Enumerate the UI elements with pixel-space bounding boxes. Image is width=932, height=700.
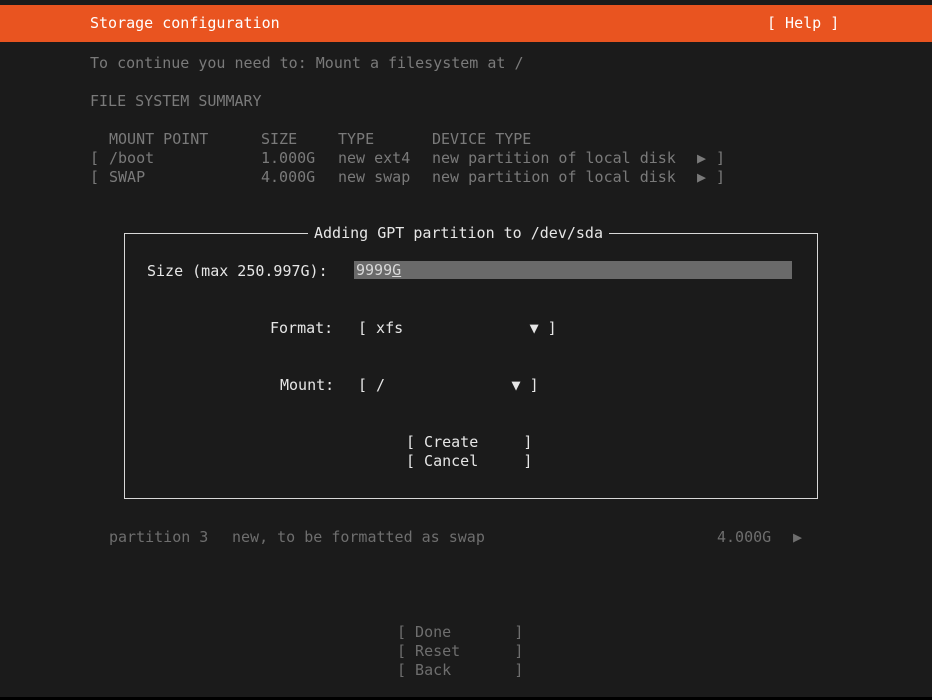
row-device-type: new partition of local disk: [432, 149, 676, 167]
triangle-right-icon: ▶: [697, 149, 707, 167]
back-button[interactable]: [ Back ]: [397, 661, 523, 680]
mount-select[interactable]: [ / ▼ ]: [358, 376, 539, 395]
column-device-type: DEVICE TYPE: [432, 130, 532, 148]
row-type: new swap: [338, 168, 411, 186]
page-title: Storage configuration: [90, 14, 280, 32]
size-input-value: 9999: [356, 261, 393, 279]
triangle-right-icon: ▶: [793, 528, 803, 546]
row-open-bracket: [: [90, 168, 100, 186]
size-label: Size (max 250.997G):: [147, 262, 328, 280]
summary-heading: FILE SYSTEM SUMMARY: [90, 92, 262, 110]
column-mount-point: MOUNT POINT: [109, 130, 209, 148]
triangle-right-icon: ▶: [697, 168, 707, 186]
column-size: SIZE: [261, 130, 298, 148]
help-button[interactable]: [ Help ]: [767, 14, 839, 33]
header-bar: Storage configuration [ Help ]: [0, 5, 932, 42]
instruction-text: To continue you need to: Mount a filesys…: [90, 54, 524, 72]
row-type: new ext4: [338, 149, 411, 167]
column-type: TYPE: [338, 130, 375, 148]
row-mount: SWAP: [109, 168, 146, 186]
row-close-bracket: ]: [716, 149, 726, 167]
row-close-bracket: ]: [716, 168, 726, 186]
done-button[interactable]: [ Done ]: [397, 623, 523, 642]
row-size: 4.000G: [261, 168, 316, 186]
format-label: Format:: [270, 319, 334, 337]
create-button[interactable]: [ Create ]: [406, 433, 532, 452]
row-mount: /boot: [109, 149, 155, 167]
partition-name: partition 3: [109, 528, 209, 546]
dialog-title: Adding GPT partition to /dev/sda: [308, 224, 609, 243]
row-open-bracket: [: [90, 149, 100, 167]
row-size: 1.000G: [261, 149, 316, 167]
partition-size: 4.000G: [717, 528, 772, 546]
partition-description: new, to be formatted as swap: [232, 528, 485, 546]
text-cursor: G: [392, 261, 402, 279]
format-select[interactable]: [ xfs ▼ ]: [358, 319, 557, 338]
reset-button[interactable]: [ Reset ]: [397, 642, 523, 661]
mount-label: Mount:: [280, 376, 335, 394]
cancel-button[interactable]: [ Cancel ]: [406, 452, 532, 471]
size-input[interactable]: 9999G: [354, 261, 792, 279]
row-device-type: new partition of local disk: [432, 168, 676, 186]
